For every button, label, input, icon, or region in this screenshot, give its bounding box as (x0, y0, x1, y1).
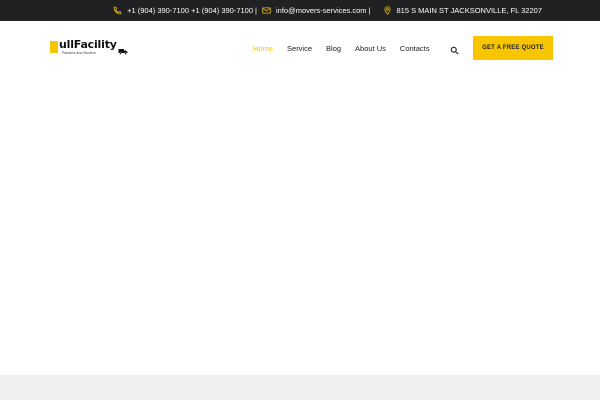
logo-name: ullFacility (59, 38, 117, 51)
nav-service[interactable]: Service (287, 44, 312, 53)
logo-tagline: Packers and Movers (62, 51, 96, 55)
nav-home[interactable]: Home (253, 44, 273, 53)
envelope-icon (262, 6, 271, 15)
truck-icon (118, 49, 128, 55)
street-address: 815 S MAIN ST JACKSONVILLE, FL 32207 (396, 6, 543, 15)
email-address: info@movers-services.com (275, 6, 367, 15)
separator: | (368, 6, 371, 15)
logo-mark (50, 41, 58, 53)
main-nav: Home Service Blog About Us Contacts (253, 21, 444, 75)
map-pin-icon (383, 6, 392, 15)
search-icon[interactable] (450, 42, 459, 55)
email-contact[interactable]: info@movers-services.com | (262, 6, 376, 15)
nav-blog[interactable]: Blog (326, 44, 341, 53)
site-header: ullFacility Packers and Movers Home Serv… (0, 21, 600, 75)
nav-about-us[interactable]: About Us (355, 44, 386, 53)
address-contact[interactable]: 815 S MAIN ST JACKSONVILLE, FL 32207 (383, 6, 543, 15)
phone-numbers: +1 (904) 390-7100 +1 (904) 390-7100 (127, 6, 254, 15)
phone-icon (113, 6, 122, 15)
get-free-quote-button[interactable]: GET A FREE QUOTE (473, 36, 553, 60)
footer-strip (0, 375, 600, 400)
phone-contact[interactable]: +1 (904) 390-7100 +1 (904) 390-7100 | (113, 6, 262, 15)
top-info-bar: +1 (904) 390-7100 +1 (904) 390-7100 | in… (0, 0, 600, 21)
site-logo[interactable]: ullFacility Packers and Movers (50, 38, 130, 60)
separator: | (255, 6, 257, 15)
nav-contacts[interactable]: Contacts (400, 44, 430, 53)
hero-area (0, 75, 600, 375)
